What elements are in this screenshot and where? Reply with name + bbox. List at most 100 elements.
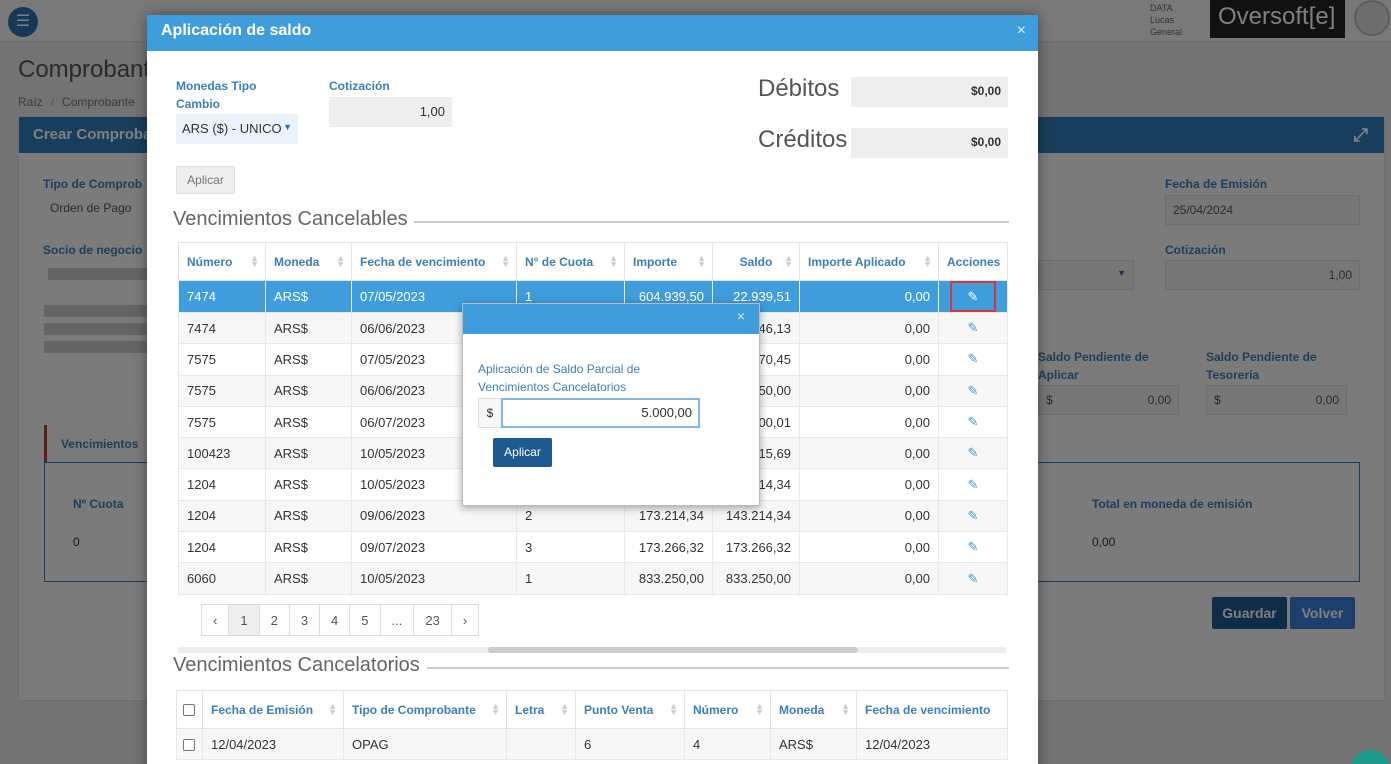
monto-input[interactable]: 5.000,00 bbox=[501, 398, 700, 428]
edit-icon[interactable]: ✎ bbox=[938, 437, 1008, 470]
edit-icon[interactable]: ✎ bbox=[938, 311, 1008, 345]
cell-punto: 6 bbox=[575, 727, 685, 761]
page-1[interactable]: 1 bbox=[228, 604, 260, 636]
cell-moneda: ARS$ bbox=[265, 468, 352, 501]
col-aplicado[interactable]: Importe Aplicado ▲ ▼ bbox=[799, 242, 939, 281]
edit-icon[interactable]: ✎ bbox=[938, 405, 1008, 439]
sort-icon: ▲ ▼ bbox=[784, 253, 793, 269]
divider bbox=[414, 221, 1009, 223]
table-row[interactable]: 6060 ARS$ 10/05/2023 1 833.250,00 833.25… bbox=[178, 562, 1008, 595]
edit-icon[interactable]: ✎ bbox=[938, 374, 1008, 407]
table-row[interactable]: 1204 ARS$ 09/07/2023 3 173.266,32 173.26… bbox=[178, 531, 1008, 564]
cell-numero: 1204 bbox=[178, 468, 266, 501]
popup-title: Aplicación de Saldo Parcial de Vencimien… bbox=[478, 362, 641, 394]
col-moneda[interactable]: Moneda ▲ ▼ bbox=[770, 690, 857, 729]
horizontal-scrollbar[interactable] bbox=[178, 647, 1006, 653]
page-prev[interactable]: ‹ bbox=[201, 604, 230, 636]
cell-saldo: 173.266,32 bbox=[712, 531, 800, 564]
sort-icon: ▲ ▼ bbox=[336, 253, 345, 269]
col-cuota[interactable]: N° de Cuota ▲ ▼ bbox=[516, 242, 625, 281]
col-numero[interactable]: Número ▲ ▼ bbox=[178, 242, 266, 281]
cell-aplicado: 0,00 bbox=[799, 437, 939, 470]
col-fecha-vencimiento[interactable]: Fecha de vencimiento bbox=[856, 690, 1008, 729]
col-importe[interactable]: Importe ▲ ▼ bbox=[624, 242, 713, 281]
cotizacion-label: Cotización bbox=[329, 79, 390, 93]
sort-icon: ▲ ▼ bbox=[697, 253, 706, 269]
sort-icon: ▲ ▼ bbox=[609, 253, 618, 269]
cell-aplicado: 0,00 bbox=[799, 468, 939, 501]
cell-aplicado: 0,00 bbox=[799, 531, 939, 564]
sort-icon: ▲ ▼ bbox=[250, 253, 259, 269]
cell-letra bbox=[506, 727, 576, 761]
debitos-label: Débitos bbox=[758, 75, 840, 102]
close-icon[interactable]: × bbox=[737, 308, 745, 324]
cell-numero: 6060 bbox=[178, 562, 266, 595]
edit-icon[interactable]: ✎ bbox=[938, 468, 1008, 501]
table-header-row: Fecha de Emisión ▲ ▼ Tipo de Comprobante ▲ ▼… bbox=[176, 690, 1008, 729]
col-tipo-comprobante[interactable]: Tipo de Comprobante ▲ ▼ bbox=[343, 690, 507, 729]
cell-numero: 1204 bbox=[178, 499, 266, 533]
page-next[interactable]: › bbox=[450, 604, 480, 636]
cell-moneda: ARS$ bbox=[770, 727, 857, 761]
cell-moneda: ARS$ bbox=[265, 531, 352, 564]
page-ellipsis: ... bbox=[379, 604, 415, 636]
sort-icon: ▲ ▼ bbox=[328, 701, 337, 717]
cotizacion-field[interactable]: 1,00 bbox=[329, 97, 452, 127]
cell-numero: 7575 bbox=[178, 405, 266, 439]
col-moneda[interactable]: Moneda ▲ ▼ bbox=[265, 242, 352, 281]
cell-numero: 7575 bbox=[178, 343, 266, 376]
edit-icon[interactable]: ✎ bbox=[938, 531, 1008, 564]
cell-aplicado: 0,00 bbox=[799, 499, 939, 533]
popup-aplicar-button[interactable]: Aplicar bbox=[493, 438, 552, 467]
cell-aplicado: 0,00 bbox=[799, 562, 939, 595]
col-numero[interactable]: Número ▲ ▼ bbox=[684, 690, 771, 729]
col-punto-venta[interactable]: Punto Venta ▲ ▼ bbox=[575, 690, 685, 729]
col-letra[interactable]: Letra ▲ ▼ bbox=[506, 690, 576, 729]
creditos-label: Créditos bbox=[758, 126, 848, 153]
page-3[interactable]: 3 bbox=[288, 604, 321, 636]
saldo-parcial-popup: × Aplicación de Saldo Parcial de Vencimi… bbox=[462, 303, 760, 506]
moneda-selected: ARS ($) - UNICO bbox=[182, 121, 282, 136]
table-row[interactable]: 12/04/2023 OPAG 6 4 ARS$ 12/04/2023 bbox=[176, 727, 1008, 761]
cell-moneda: ARS$ bbox=[265, 311, 352, 345]
col-fecha[interactable]: Fecha de vencimiento ▲ ▼ bbox=[351, 242, 517, 281]
cell-moneda: ARS$ bbox=[265, 499, 352, 533]
edit-icon[interactable]: ✎ bbox=[938, 562, 1008, 595]
cell-moneda: ARS$ bbox=[265, 374, 352, 407]
chevron-down-icon: ▼ bbox=[283, 122, 292, 132]
cell-fecha: 10/05/2023 bbox=[351, 562, 517, 595]
currency-addon: $ bbox=[478, 398, 502, 428]
page-5[interactable]: 5 bbox=[349, 604, 381, 636]
aplicar-button[interactable]: Aplicar bbox=[176, 166, 235, 194]
modal-header: Aplicación de saldo × bbox=[147, 15, 1038, 51]
page-23[interactable]: 23 bbox=[413, 604, 452, 636]
row-checkbox[interactable] bbox=[176, 727, 203, 761]
cell-importe: 173.266,32 bbox=[624, 531, 713, 564]
close-icon[interactable]: × bbox=[1017, 15, 1026, 47]
moneda-select[interactable]: ARS ($) - UNICO ▼ bbox=[176, 114, 298, 144]
sort-icon: ▲ ▼ bbox=[560, 701, 569, 717]
col-saldo[interactable]: Saldo ▲ ▼ bbox=[712, 242, 800, 281]
page-2[interactable]: 2 bbox=[258, 604, 290, 636]
page-4[interactable]: 4 bbox=[319, 604, 351, 636]
cell-aplicado: 0,00 bbox=[799, 280, 939, 313]
cancelatorios-table: Fecha de Emisión ▲ ▼ Tipo de Comprobante ▲ ▼… bbox=[176, 690, 1008, 761]
select-all-checkbox[interactable] bbox=[176, 690, 203, 729]
edit-icon[interactable]: ✎ bbox=[938, 343, 1008, 376]
popup-header: × bbox=[463, 304, 759, 334]
scrollbar-thumb[interactable] bbox=[488, 647, 858, 653]
edit-icon[interactable]: ✎ bbox=[950, 281, 996, 312]
cell-vencimiento: 12/04/2023 bbox=[856, 727, 1008, 761]
pagination: ‹ 1 2 3 4 5 ... 23 › bbox=[201, 604, 480, 636]
cell-numero: 100423 bbox=[178, 437, 266, 470]
edit-icon[interactable]: ✎ bbox=[938, 499, 1008, 533]
divider bbox=[427, 667, 1009, 669]
table-header-row: Número ▲ ▼ Moneda ▲ ▼ Fecha de vencimiento ▲ ▼… bbox=[178, 242, 1008, 281]
col-fecha-emision[interactable]: Fecha de Emisión ▲ ▼ bbox=[202, 690, 344, 729]
cell-cuota: 1 bbox=[516, 562, 625, 595]
cell-acciones: ✎ bbox=[938, 280, 1008, 313]
cell-aplicado: 0,00 bbox=[799, 343, 939, 376]
modal-title: Aplicación de saldo bbox=[161, 22, 312, 39]
sort-icon: ▲ ▼ bbox=[755, 701, 764, 717]
cell-cuota: 3 bbox=[516, 531, 625, 564]
